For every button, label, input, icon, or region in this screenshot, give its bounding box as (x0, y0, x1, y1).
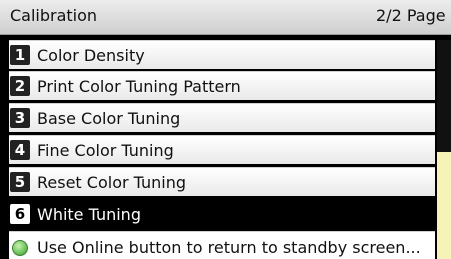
status-message: Use Online button to return to standby s… (37, 238, 421, 257)
menu-item-label: Fine Color Tuning (37, 141, 174, 160)
menu-item-fine-color-tuning[interactable]: 4 Fine Color Tuning (9, 135, 435, 164)
menu-item-label: Color Density (37, 46, 145, 65)
menu-item-color-density[interactable]: 1 Color Density (9, 40, 435, 69)
page-title: Calibration (10, 6, 98, 25)
menu-item-base-color-tuning[interactable]: 3 Base Color Tuning (9, 103, 435, 132)
online-indicator-icon (12, 240, 28, 256)
number-5-icon: 5 (10, 172, 30, 192)
menu-item-print-color-tuning-pattern[interactable]: 2 Print Color Tuning Pattern (9, 71, 435, 100)
menu-item-label: Print Color Tuning Pattern (37, 77, 241, 96)
number-2-icon: 2 (10, 76, 30, 96)
menu-item-label: Base Color Tuning (37, 109, 181, 128)
menu-item-white-tuning[interactable]: 6 White Tuning (9, 199, 435, 228)
menu-item-label: Reset Color Tuning (37, 173, 187, 192)
status-bar: Use Online button to return to standby s… (9, 231, 435, 259)
number-4-icon: 4 (10, 140, 30, 160)
page-indicator: 2/2 Page (376, 6, 446, 25)
calibration-screen: Calibration 2/2 Page 1 Color Density 2 P… (0, 0, 451, 259)
menu-item-label: White Tuning (37, 205, 141, 224)
header-bar: Calibration 2/2 Page (0, 0, 451, 35)
number-1-icon: 1 (10, 45, 30, 65)
number-6-icon: 6 (10, 204, 30, 224)
scrollbar[interactable] (437, 40, 451, 259)
menu-item-reset-color-tuning[interactable]: 5 Reset Color Tuning (9, 167, 435, 196)
number-3-icon: 3 (10, 108, 30, 128)
scrollbar-thumb[interactable] (437, 152, 451, 259)
